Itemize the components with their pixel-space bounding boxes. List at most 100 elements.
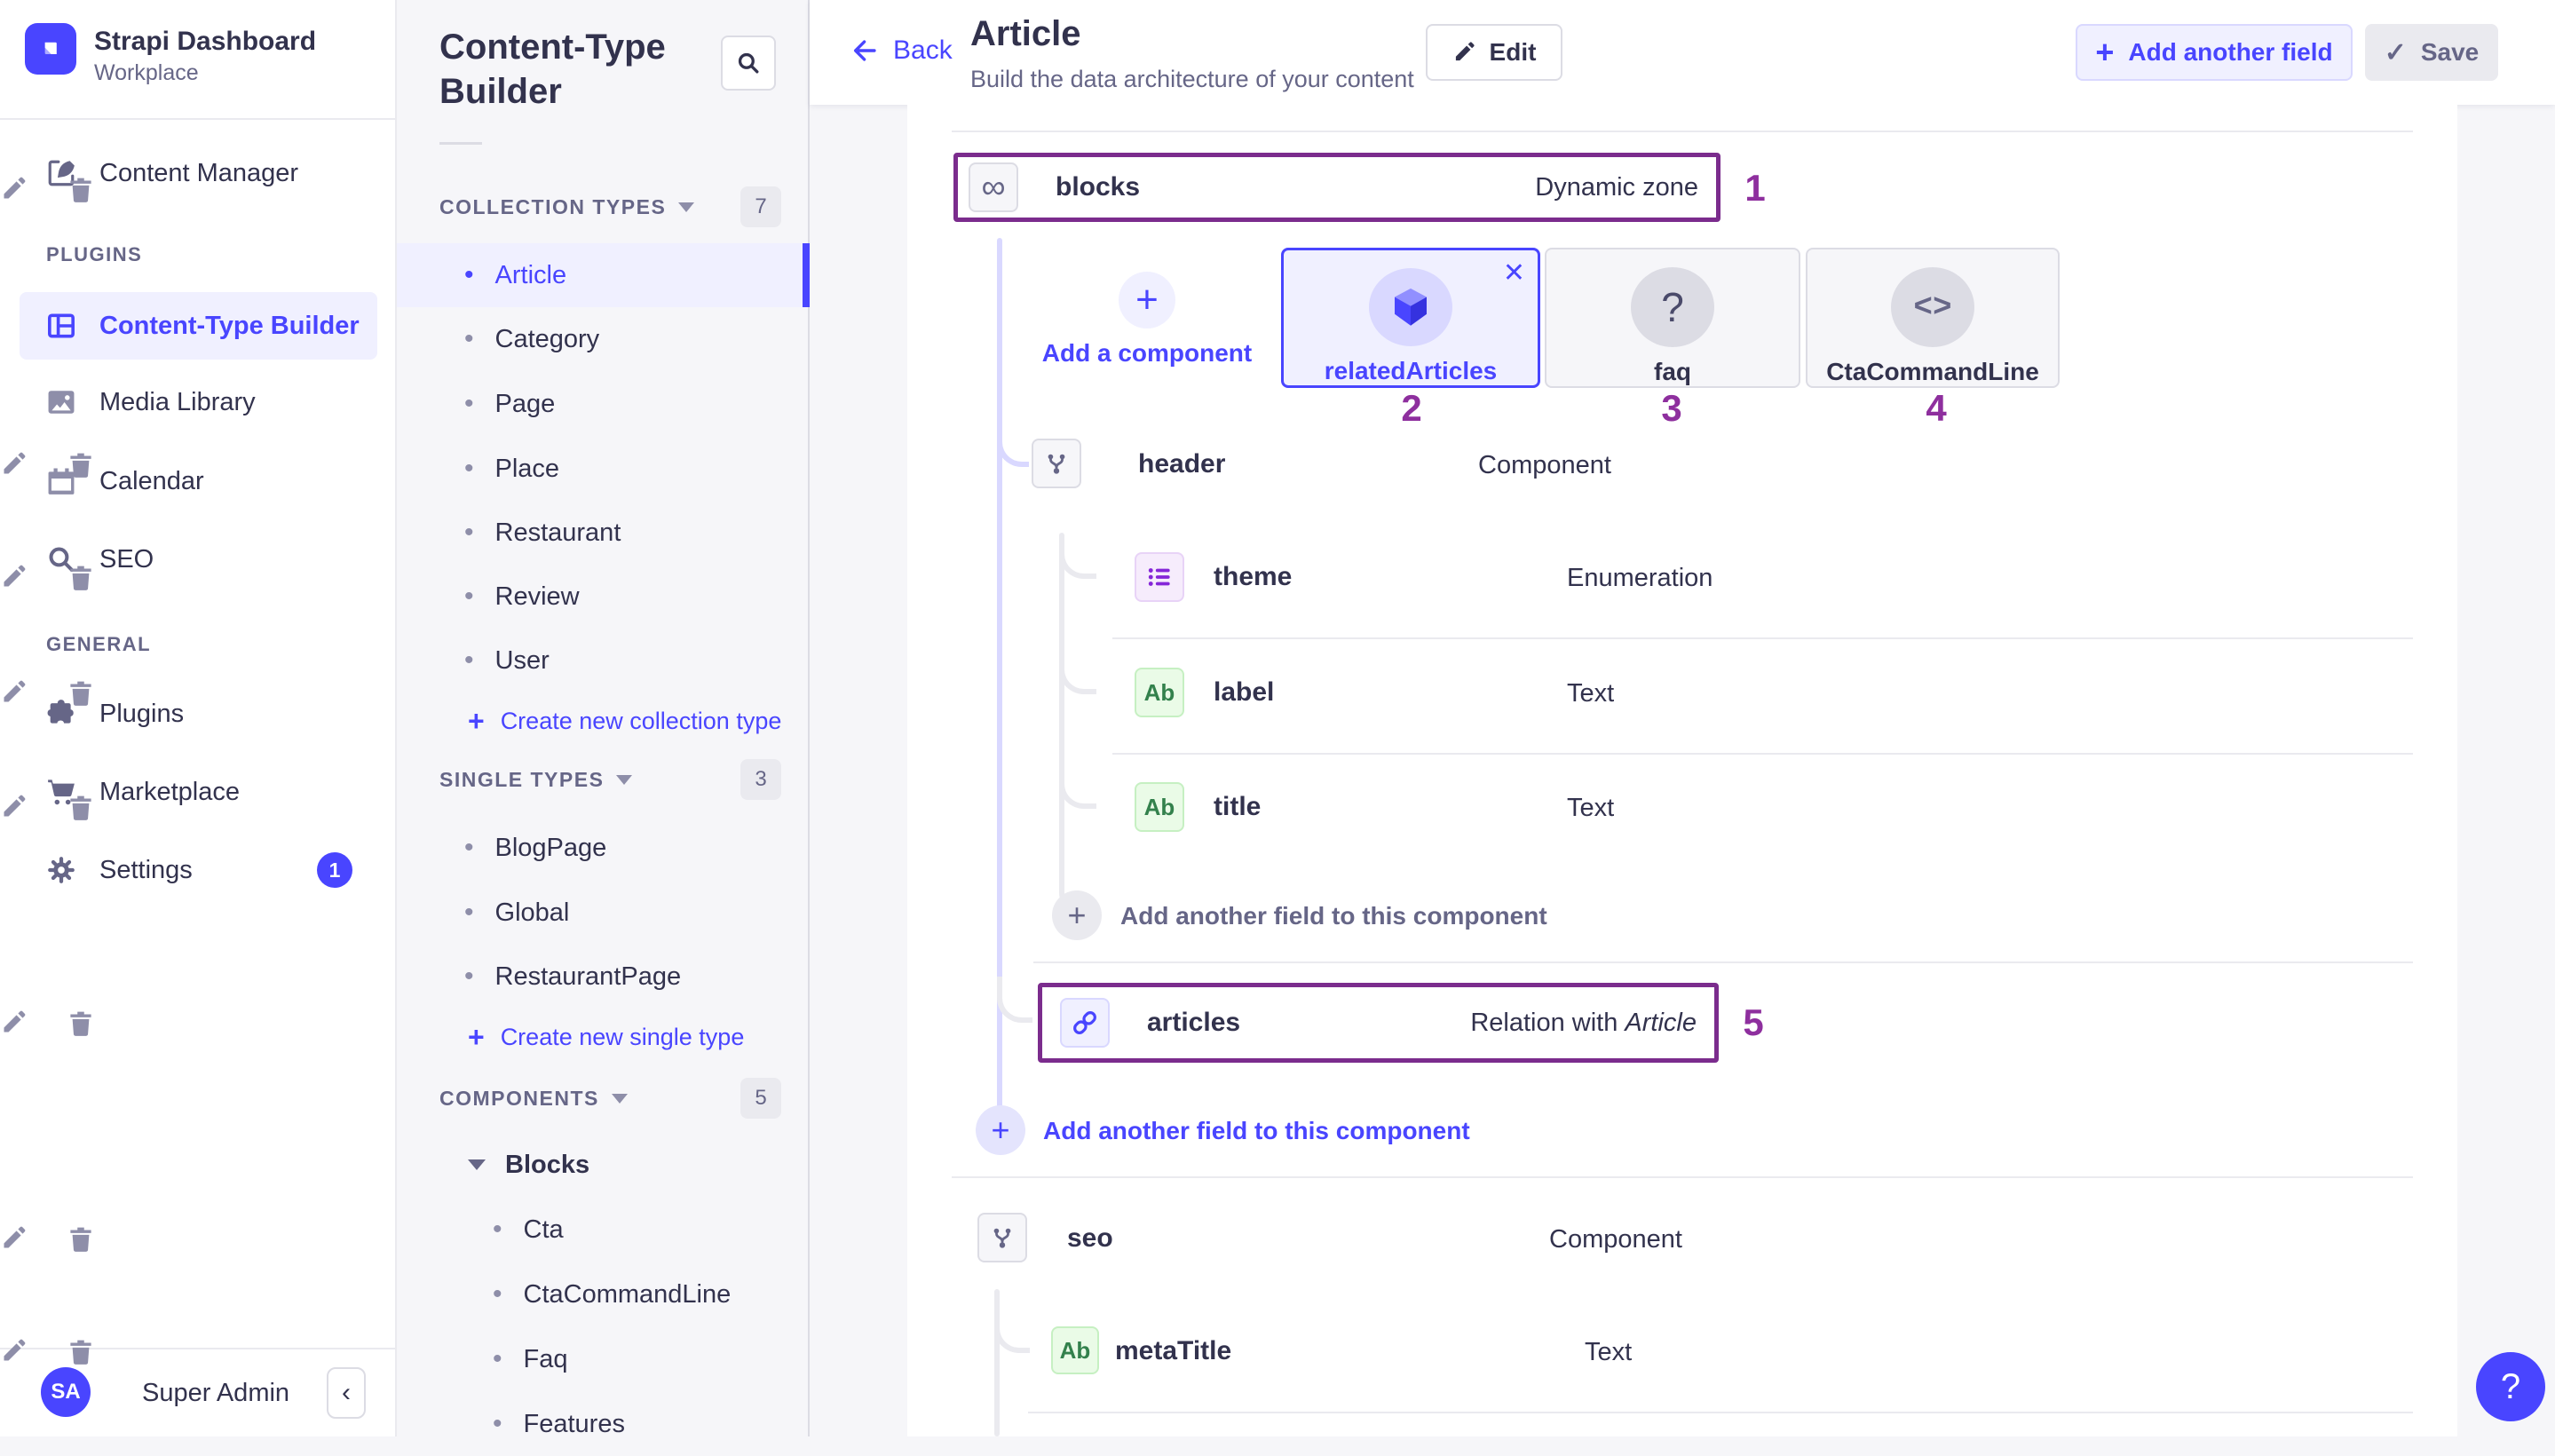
edit-icon[interactable] (0, 1009, 27, 1036)
field-type: Component (1478, 451, 1611, 480)
sidebar-item-features[interactable]: •Features (397, 1392, 810, 1456)
builder-sidebar-title: Content-Type Builder (439, 25, 715, 114)
add-field-label: Add another field (2128, 38, 2332, 67)
back-link[interactable]: Back (850, 36, 953, 66)
annotation-1: 1 (1744, 167, 1765, 210)
delete-icon[interactable] (67, 176, 94, 202)
sidebar-item-media-library[interactable]: Media Library (20, 368, 377, 436)
delete-icon[interactable] (67, 451, 94, 478)
add-field-to-component-button[interactable]: + (976, 1105, 1025, 1155)
sidebar-item-blogpage[interactable]: •BlogPage (397, 816, 810, 880)
row-actions-metatitle (0, 1338, 94, 1365)
bullet-icon: • (464, 389, 474, 419)
delete-icon[interactable] (67, 794, 94, 820)
delete-icon[interactable] (67, 1338, 94, 1365)
workspace-name: Workplace (94, 60, 199, 86)
component-card-faq[interactable]: ? faq (1545, 248, 1800, 388)
field-row-articles[interactable]: articles Relation with Article (1038, 983, 1719, 1063)
edit-icon[interactable] (0, 1338, 27, 1365)
gear-icon (46, 855, 76, 885)
component-card-ctacommandline[interactable]: <> CtaCommandLine (1806, 248, 2060, 388)
component-card-relatedarticles[interactable]: ✕ relatedArticles (1281, 248, 1540, 388)
field-name: blocks (1056, 172, 1140, 202)
field-type: Dynamic zone (1535, 173, 1698, 202)
collapse-sidebar-button[interactable]: ‹ (327, 1367, 366, 1419)
sidebar-item-label: SEO (99, 545, 154, 574)
delete-icon[interactable] (67, 1009, 94, 1036)
bullet-icon: • (493, 1344, 502, 1374)
sidebar-item-restaurant[interactable]: •Restaurant (397, 501, 810, 565)
sidebar-item-faq[interactable]: •Faq (397, 1327, 810, 1391)
enumeration-icon (1135, 552, 1184, 602)
sidebar-item-restaurantpage[interactable]: •RestaurantPage (397, 945, 810, 1009)
sidebar-item-review[interactable]: •Review (397, 565, 810, 629)
component-group-blocks[interactable]: Blocks (397, 1133, 810, 1197)
edit-icon[interactable] (0, 451, 27, 478)
sidebar-item-place[interactable]: •Place (397, 437, 810, 501)
edit-button[interactable]: Edit (1426, 24, 1562, 81)
row-actions-seo (0, 1225, 94, 1252)
sidebar-item-cta[interactable]: •Cta (397, 1198, 810, 1262)
delete-icon[interactable] (67, 679, 94, 706)
sidebar-item-global[interactable]: •Global (397, 881, 810, 945)
help-button[interactable]: ? (2476, 1352, 2545, 1421)
create-collection-type-link[interactable]: +Create new collection type (397, 689, 810, 753)
field-type: Relation with Article (1470, 1009, 1697, 1038)
count-badge: 5 (740, 1078, 781, 1119)
question-icon: ? (2501, 1367, 2520, 1407)
sidebar-item-settings[interactable]: Settings 1 (20, 836, 377, 904)
close-icon[interactable]: ✕ (1503, 257, 1525, 289)
sidebar-item-category[interactable]: •Category (397, 307, 810, 371)
edit-icon[interactable] (0, 564, 27, 590)
search-button[interactable] (721, 36, 776, 91)
relation-icon (1060, 998, 1110, 1048)
field-name: metaTitle (1115, 1336, 1231, 1366)
type-label: RestaurantPage (495, 962, 682, 992)
type-label: Page (495, 390, 556, 419)
add-field-to-component-button[interactable]: + (1052, 890, 1102, 940)
user-name: Super Admin (142, 1379, 289, 1408)
sidebar-item-page[interactable]: • Page (397, 372, 810, 436)
type-label: Restaurant (495, 518, 621, 548)
components-header[interactable]: COMPONENTS 5 (397, 1066, 810, 1130)
collection-types-header[interactable]: COLLECTION TYPES 7 (397, 175, 810, 239)
bullet-icon: • (464, 260, 474, 290)
edit-icon[interactable] (0, 1225, 27, 1252)
relation-target: Article (1625, 1009, 1697, 1037)
field-type: Text (1585, 1338, 1632, 1367)
section-heading: COLLECTION TYPES (439, 195, 666, 219)
sidebar-item-user[interactable]: •User (397, 629, 810, 692)
add-field-to-component-label[interactable]: Add another field to this component (1120, 902, 1547, 930)
sidebar-item-article[interactable]: •Article (397, 243, 810, 307)
chevron-down-icon (678, 202, 694, 212)
add-field-to-component-label[interactable]: Add another field to this component (1043, 1117, 1470, 1145)
edit-icon[interactable] (0, 794, 27, 820)
type-label: Category (495, 325, 600, 354)
question-glyph: ? (1661, 283, 1684, 331)
row-actions-blocks (0, 176, 94, 202)
avatar[interactable]: SA (41, 1367, 91, 1417)
create-single-type-link[interactable]: +Create new single type (397, 1005, 810, 1069)
text-field-icon: Ab (1135, 668, 1184, 717)
sidebar-item-content-type-builder[interactable]: Content-Type Builder (20, 292, 377, 360)
delete-icon[interactable] (67, 1225, 94, 1252)
sidebar-item-label: Settings (99, 856, 193, 885)
add-another-field-button[interactable]: + Add another field (2076, 24, 2353, 81)
add-component-label[interactable]: Add a component (1042, 339, 1252, 368)
single-types-header[interactable]: SINGLE TYPES 3 (397, 748, 810, 811)
arrow-left-icon (850, 36, 881, 66)
sidebar-item-label: Content Manager (99, 159, 298, 188)
edit-icon[interactable] (0, 176, 27, 202)
delete-icon[interactable] (67, 564, 94, 590)
add-component-button[interactable]: + (1119, 272, 1175, 328)
edit-icon[interactable] (0, 679, 27, 706)
save-button[interactable]: ✓ Save (2365, 24, 2498, 81)
bullet-icon: • (464, 898, 474, 928)
cube-glyph (1389, 286, 1432, 328)
chevron-down-icon (616, 775, 632, 785)
field-type: Component (1549, 1225, 1682, 1254)
field-row-blocks[interactable]: ∞ blocks Dynamic zone (953, 153, 1720, 222)
sidebar-item-ctacommandline[interactable]: •CtaCommandLine (397, 1262, 810, 1326)
bullet-icon: • (493, 1215, 502, 1245)
image-icon (46, 387, 76, 417)
